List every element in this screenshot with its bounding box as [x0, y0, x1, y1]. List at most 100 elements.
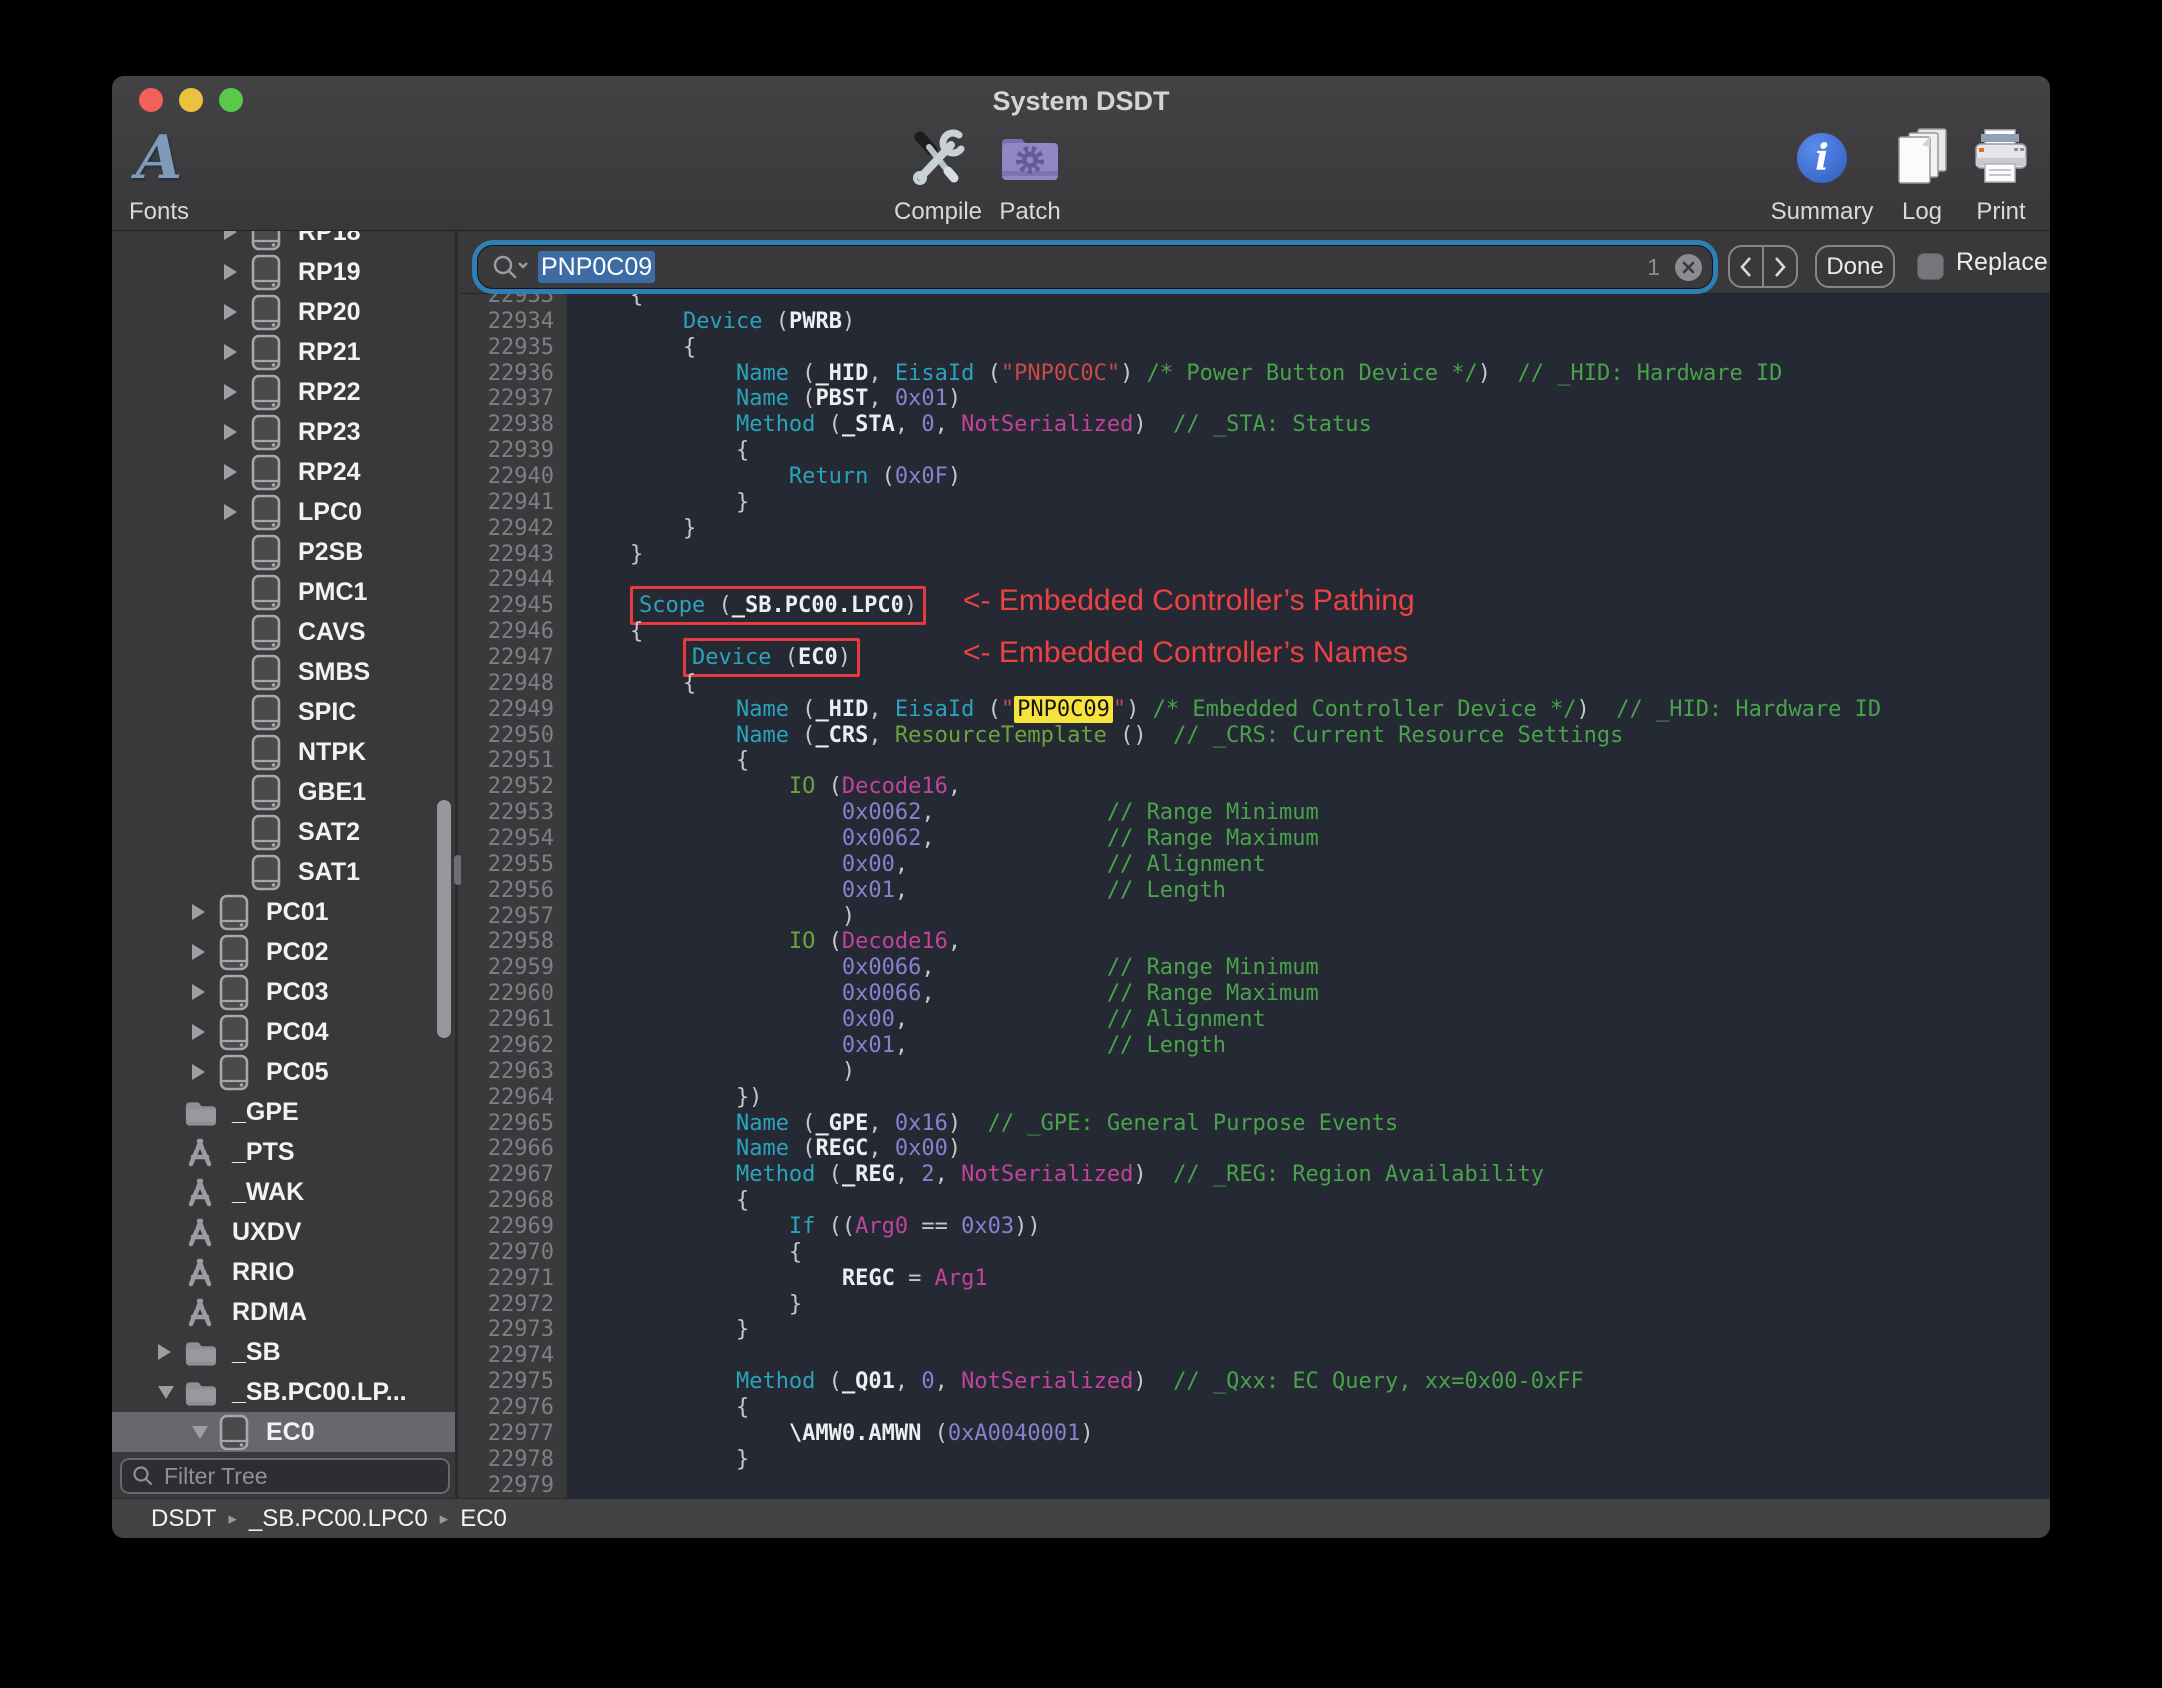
- breadcrumb-item[interactable]: DSDT: [151, 1505, 216, 1533]
- disclosure-right-icon[interactable]: [224, 231, 237, 240]
- code-line[interactable]: 22933 {: [461, 294, 2050, 309]
- code-line[interactable]: 22962 0x01, // Length: [461, 1033, 2050, 1059]
- disclosure-right-icon[interactable]: [192, 984, 205, 1000]
- sidebar-item-pc04[interactable]: PC04: [112, 1012, 455, 1052]
- code-line[interactable]: 22971 REGC = Arg1: [461, 1266, 2050, 1292]
- code-line[interactable]: 22956 0x01, // Length: [461, 878, 2050, 904]
- code-line[interactable]: 22950 Name (_CRS, ResourceTemplate () //…: [461, 723, 2050, 749]
- sidebar-item-sat1[interactable]: SAT1: [112, 852, 455, 892]
- sidebar-item-smbs[interactable]: SMBS: [112, 652, 455, 692]
- sidebar-item-rp24[interactable]: RP24: [112, 452, 455, 492]
- code-line[interactable]: 22973 }: [461, 1317, 2050, 1343]
- code-line[interactable]: 22941 }: [461, 490, 2050, 516]
- disclosure-right-icon[interactable]: [224, 264, 237, 280]
- code-line[interactable]: 22939 {: [461, 438, 2050, 464]
- code-line[interactable]: 22979: [461, 1473, 2050, 1498]
- code-line[interactable]: 22951 {: [461, 748, 2050, 774]
- sidebar-item-rp21[interactable]: RP21: [112, 332, 455, 372]
- code-line[interactable]: 22978 }: [461, 1447, 2050, 1473]
- code-line[interactable]: 22955 0x00, // Alignment: [461, 852, 2050, 878]
- disclosure-right-icon[interactable]: [224, 464, 237, 480]
- disclosure-right-icon[interactable]: [224, 424, 237, 440]
- code-line[interactable]: 22957 ): [461, 904, 2050, 930]
- fonts-button[interactable]: A Fonts: [112, 114, 224, 226]
- code-line[interactable]: 22964 }): [461, 1085, 2050, 1111]
- code-line[interactable]: 22977 \AMW0.AMWN (0xA0040001): [461, 1421, 2050, 1447]
- sidebar-item-pc01[interactable]: PC01: [112, 892, 455, 932]
- code-line[interactable]: 22959 0x0066, // Range Minimum: [461, 955, 2050, 981]
- sidebar-item-ntpk[interactable]: NTPK: [112, 732, 455, 772]
- code-line[interactable]: 22952 IO (Decode16,: [461, 774, 2050, 800]
- sidebar-item--wak[interactable]: _WAK: [112, 1172, 455, 1212]
- disclosure-down-icon[interactable]: [192, 1425, 208, 1439]
- sidebar-item-pc02[interactable]: PC02: [112, 932, 455, 972]
- sidebar-item--sb-pc00-lp-[interactable]: _SB.PC00.LP...: [112, 1372, 455, 1412]
- sidebar-item-sat2[interactable]: SAT2: [112, 812, 455, 852]
- print-button[interactable]: Print: [1936, 114, 2050, 226]
- code-line[interactable]: 22970 {: [461, 1240, 2050, 1266]
- sidebar-item-rdma[interactable]: RDMA: [112, 1292, 455, 1332]
- sidebar-item-ec0[interactable]: EC0: [112, 1412, 455, 1452]
- code-line[interactable]: 22934 Device (PWRB): [461, 309, 2050, 335]
- search-icon[interactable]: [490, 254, 530, 280]
- breadcrumb-item[interactable]: EC0: [460, 1505, 507, 1533]
- code-line[interactable]: 22967 Method (_REG, 2, NotSerialized) //…: [461, 1162, 2050, 1188]
- code-line[interactable]: 22949 Name (_HID, EisaId (" PNP0C09 ") /* …: [461, 695, 2050, 723]
- disclosure-right-icon[interactable]: [192, 1024, 205, 1040]
- code-line[interactable]: 22953 0x0062, // Range Minimum: [461, 800, 2050, 826]
- code-line[interactable]: 22972 }: [461, 1292, 2050, 1318]
- disclosure-right-icon[interactable]: [224, 344, 237, 360]
- sidebar-item-rp23[interactable]: RP23: [112, 412, 455, 452]
- disclosure-right-icon[interactable]: [158, 1344, 171, 1360]
- sidebar-item-uxdv[interactable]: UXDV: [112, 1212, 455, 1252]
- code-line[interactable]: 22961 0x00, // Alignment: [461, 1007, 2050, 1033]
- code-editor[interactable]: 22933 {22934 Device (PWRB) 22935 {22936 N…: [461, 294, 2050, 1498]
- code-line[interactable]: 22937 Name (PBST, 0x01): [461, 386, 2050, 412]
- disclosure-right-icon[interactable]: [192, 1064, 205, 1080]
- code-line[interactable]: 22936 Name (_HID, EisaId ("PNP0C0C") /* …: [461, 361, 2050, 387]
- code-line[interactable]: 22942 }: [461, 516, 2050, 542]
- code-line[interactable]: 22969 If ((Arg0 == 0x03)): [461, 1214, 2050, 1240]
- disclosure-right-icon[interactable]: [192, 944, 205, 960]
- sidebar-item-gbe1[interactable]: GBE1: [112, 772, 455, 812]
- sidebar-item-p2sb[interactable]: P2SB: [112, 532, 455, 572]
- code-line[interactable]: 22965 Name (_GPE, 0x16) // _GPE: General…: [461, 1111, 2050, 1137]
- code-line[interactable]: 22945 Scope (_SB.PC00.LPC0) <- Embedded C…: [461, 586, 2050, 626]
- sidebar-item-lpc0[interactable]: LPC0: [112, 492, 455, 532]
- sidebar-item--pts[interactable]: _PTS: [112, 1132, 455, 1172]
- code-line[interactable]: 22947 Device (EC0) <- Embedded Controller…: [461, 638, 2050, 678]
- disclosure-down-icon[interactable]: [158, 1385, 174, 1399]
- find-next-button[interactable]: [1764, 247, 1796, 286]
- code-line[interactable]: 22963 ): [461, 1059, 2050, 1085]
- sidebar-item-rp20[interactable]: RP20: [112, 292, 455, 332]
- done-button[interactable]: Done: [1815, 245, 1895, 288]
- code-line[interactable]: 22940 Return (0x0F): [461, 464, 2050, 490]
- sidebar-item-rrio[interactable]: RRIO: [112, 1252, 455, 1292]
- disclosure-right-icon[interactable]: [224, 384, 237, 400]
- code-line[interactable]: 22974: [461, 1343, 2050, 1369]
- disclosure-right-icon[interactable]: [192, 904, 205, 920]
- patch-button[interactable]: Patch: [965, 114, 1095, 226]
- code-line[interactable]: 22975 Method (_Q01, 0, NotSerialized) //…: [461, 1369, 2050, 1395]
- find-previous-button[interactable]: [1730, 247, 1764, 286]
- sidebar-item-pmc1[interactable]: PMC1: [112, 572, 455, 612]
- disclosure-right-icon[interactable]: [224, 304, 237, 320]
- sidebar-item-rp18[interactable]: RP18: [112, 231, 455, 252]
- clear-search-icon[interactable]: [1675, 253, 1702, 281]
- code-line[interactable]: 22976 {: [461, 1395, 2050, 1421]
- code-line[interactable]: 22935 {: [461, 335, 2050, 361]
- code-line[interactable]: 22958 IO (Decode16,: [461, 929, 2050, 955]
- code-line[interactable]: 22954 0x0062, // Range Maximum: [461, 826, 2050, 852]
- sidebar-item-spic[interactable]: SPIC: [112, 692, 455, 732]
- sidebar-item--gpe[interactable]: _GPE: [112, 1092, 455, 1132]
- code-line[interactable]: 22938 Method (_STA, 0, NotSerialized) //…: [461, 412, 2050, 438]
- replace-checkbox[interactable]: [1917, 253, 1944, 280]
- code-line[interactable]: 22960 0x0066, // Range Maximum: [461, 981, 2050, 1007]
- sidebar-item--sb[interactable]: _SB: [112, 1332, 455, 1372]
- sidebar-item-cavs[interactable]: CAVS: [112, 612, 455, 652]
- search-input[interactable]: PNP0C09 1: [477, 245, 1713, 289]
- breadcrumb-item[interactable]: _SB.PC00.LPC0: [249, 1505, 428, 1533]
- code-line[interactable]: 22948 {: [461, 671, 2050, 697]
- code-line[interactable]: 22968 {: [461, 1188, 2050, 1214]
- sidebar-item-rp19[interactable]: RP19: [112, 252, 455, 292]
